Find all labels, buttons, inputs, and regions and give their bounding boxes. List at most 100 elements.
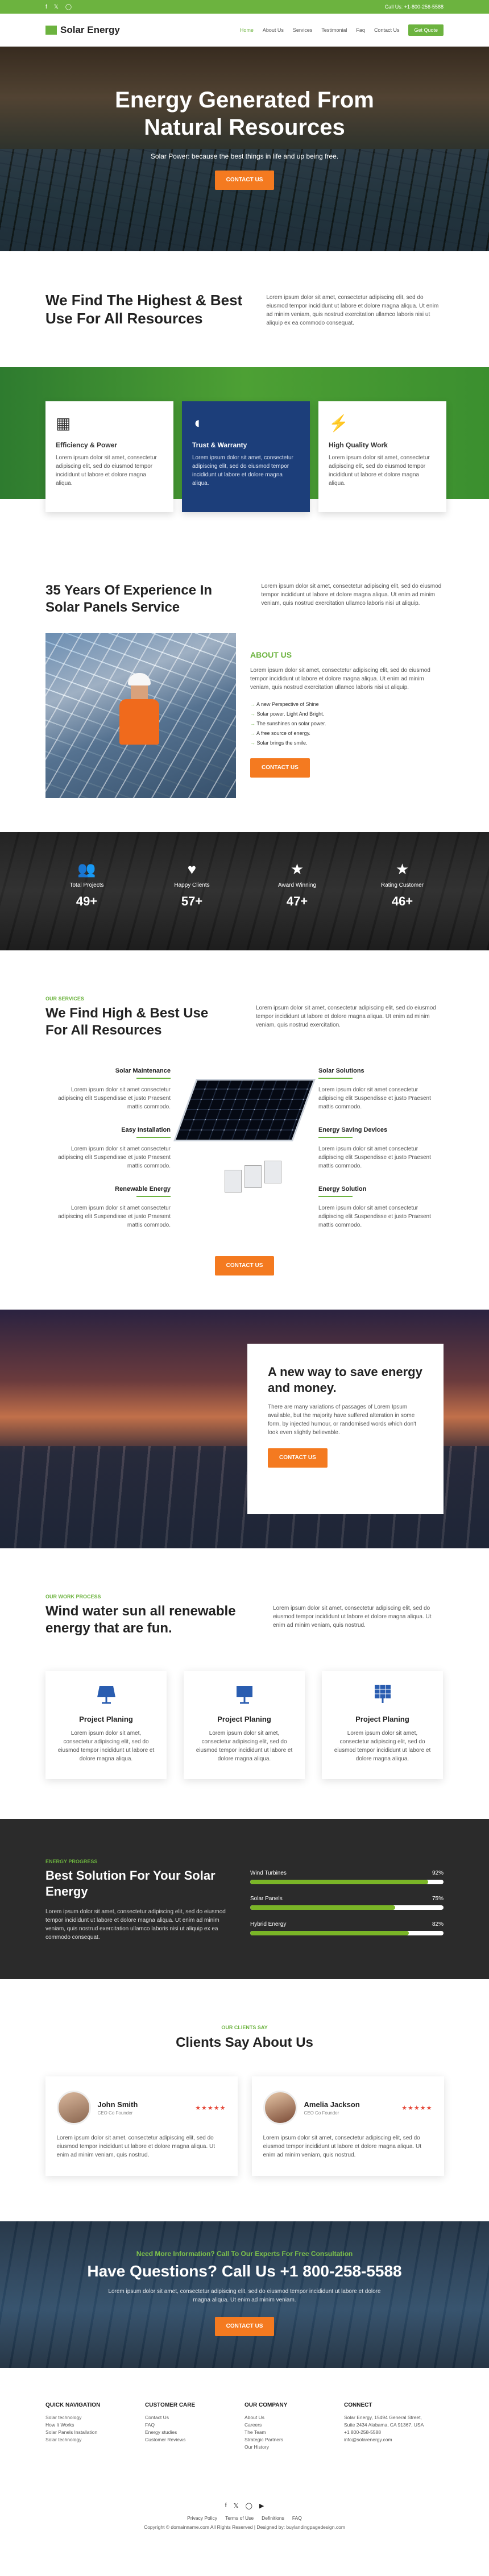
facebook-icon[interactable]: f	[45, 4, 47, 10]
cta-text: Lorem ipsum dolor sit amet, consectetur …	[108, 2288, 381, 2303]
footer-column-our-company: OUR COMPANY About Us Careers The Team St…	[244, 2402, 344, 2451]
list-item: Solar power. Light And Bright.	[250, 709, 444, 719]
nav-item-testimonial[interactable]: Testimonial	[321, 27, 347, 33]
bar-fill	[250, 1931, 409, 1935]
footer-link[interactable]: Solar Panels Installation	[45, 2429, 145, 2436]
stat-value: 49+	[76, 894, 98, 908]
privacy-policy-link[interactable]: Privacy Policy	[187, 2515, 217, 2521]
process-card: Project Planing Lorem ipsum dolor sit am…	[322, 1671, 443, 1779]
footer-link[interactable]: Careers	[244, 2421, 344, 2429]
hero-contact-button[interactable]: Contact Us	[214, 171, 275, 190]
list-item: Solar brings the smile.	[250, 738, 444, 748]
footer-phone[interactable]: +1 800-258-5588	[344, 2429, 444, 2436]
footer-link[interactable]: How It Works	[45, 2421, 145, 2429]
feature-text: Lorem ipsum dolor sit amet, consectetur …	[56, 455, 157, 487]
about-list: A new Perspective of Shine Solar power. …	[250, 700, 444, 748]
instagram-icon[interactable]: ◯	[65, 4, 72, 10]
service-item: Energy Saving Devices Lorem ipsum dolor …	[318, 1127, 444, 1169]
intro-text: Lorem ipsum dolor sit amet, consectetur …	[266, 294, 439, 326]
footer-link[interactable]: Our History	[244, 2444, 344, 2451]
bar-label: Wind Turbines	[250, 1870, 287, 1876]
get-quote-button[interactable]: Get Quote	[408, 24, 444, 36]
youtube-icon[interactable]: ▶	[259, 2502, 264, 2509]
footer-link[interactable]: Solar technology	[45, 2436, 145, 2444]
testimonials-kicker: OUR CLIENTS SAY	[221, 2025, 268, 2030]
top-phone[interactable]: Call Us: +1-800-256-5588	[385, 4, 444, 10]
progress-text: Lorem ipsum dolor sit amet, consectetur …	[45, 1909, 226, 1941]
footer-link[interactable]: Customer Reviews	[145, 2436, 244, 2444]
process-card-text: Lorem ipsum dolor sit amet, consectetur …	[196, 1730, 293, 1762]
stat-item: ★ Rating Customer 46+	[360, 861, 445, 909]
features-band: ▦ Efficiency & Power Lorem ipsum dolor s…	[0, 367, 489, 512]
footer-link[interactable]: About Us	[244, 2414, 344, 2421]
solar-panel-icon	[236, 1686, 252, 1704]
footer-link[interactable]: Solar technology	[45, 2414, 145, 2421]
top-social-links: f 𝕏 ◯	[45, 4, 72, 10]
definitions-link[interactable]: Definitions	[262, 2515, 284, 2521]
service-text: Lorem ipsum dolor sit amet consectetur a…	[58, 1146, 171, 1169]
terms-link[interactable]: Terms of Use	[225, 2515, 254, 2521]
process-card-text: Lorem ipsum dolor sit amet, consectetur …	[334, 1730, 431, 1762]
cta-kicker: Need More Information? Call To Our Exper…	[136, 2250, 353, 2258]
footer-link[interactable]: Strategic Partners	[244, 2436, 344, 2444]
footer-link[interactable]: Energy studies	[145, 2429, 244, 2436]
services-title: We Find High & Best Use For All Resource…	[45, 1006, 209, 1038]
footer-email[interactable]: info@solarenergy.com	[344, 2436, 444, 2444]
stat-label: Happy Clients	[174, 882, 210, 888]
service-title: Energy Saving Devices	[318, 1127, 388, 1133]
bar-value: 75%	[432, 1896, 444, 1902]
footer-heading: CUSTOMER CARE	[145, 2402, 196, 2408]
hero-subtitle: Solar Power: because the best things in …	[150, 152, 339, 160]
service-item: Solar Maintenance Lorem ipsum dolor sit …	[45, 1067, 171, 1110]
progress-bar: Hybrid Energy 82%	[250, 1921, 444, 1935]
facebook-icon[interactable]: f	[225, 2502, 227, 2509]
about-contact-button[interactable]: Contact Us	[250, 758, 310, 778]
twitter-icon[interactable]: 𝕏	[54, 4, 59, 10]
services-text: Lorem ipsum dolor sit amet, consectetur …	[256, 1005, 436, 1028]
services-section: OUR SERVICES We Find High & Best Use For…	[0, 950, 489, 1310]
promo-section: A new way to save energy and money. Ther…	[0, 1310, 489, 1548]
stat-label: Total Projects	[69, 882, 104, 888]
instagram-icon[interactable]: ◯	[246, 2502, 252, 2509]
nav-item-services[interactable]: Services	[293, 27, 313, 33]
brand-logo[interactable]: Solar Energy	[45, 24, 120, 36]
service-text: Lorem ipsum dolor sit amet consectetur a…	[58, 1205, 171, 1228]
nav-item-about[interactable]: About Us	[263, 27, 284, 33]
energy-progress-section: ENERGY PROGRESS Best Solution For Your S…	[0, 1819, 489, 1979]
progress-kicker: ENERGY PROGRESS	[45, 1859, 98, 1864]
list-item: A new Perspective of Shine	[250, 700, 444, 709]
services-contact-button[interactable]: Contact Us	[214, 1256, 275, 1275]
footer-column-quick-navigation: QUICK NAVIGATION Solar technology How It…	[45, 2402, 145, 2451]
bar-value: 82%	[432, 1921, 444, 1927]
stat-label: Rating Customer	[380, 882, 424, 888]
twitter-icon[interactable]: 𝕏	[234, 2502, 239, 2509]
feature-card: ◖ Trust & Warranty Lorem ipsum dolor sit…	[182, 401, 310, 512]
service-text: Lorem ipsum dolor sit amet consectetur a…	[318, 1205, 431, 1228]
progress-bar: Solar Panels 75%	[250, 1896, 444, 1910]
footer-link[interactable]: FAQ	[145, 2421, 244, 2429]
faq-link[interactable]: FAQ	[292, 2515, 302, 2521]
about-heading: ABOUT US	[250, 650, 292, 659]
footer-link[interactable]: Contact Us	[145, 2414, 244, 2421]
solar-panel-image	[171, 1067, 318, 1221]
service-title: Renewable Energy	[115, 1186, 171, 1193]
process-kicker: OUR WORK PROCESS	[45, 1594, 101, 1599]
footer-social-links: f 𝕏 ◯ ▶	[45, 2502, 444, 2509]
promo-contact-button[interactable]: Contact Us	[268, 1448, 328, 1468]
cta-contact-button[interactable]: Contact Us	[214, 2317, 275, 2336]
promo-text: There are many variations of passages of…	[268, 1404, 416, 1436]
bar-fill	[250, 1880, 428, 1884]
experience-section: 35 Years Of Experience In Solar Panels S…	[0, 499, 489, 832]
service-title: Energy Solution	[318, 1186, 367, 1193]
footer-address: Suite 2434 Alabama, CA 91367, USA	[344, 2422, 424, 2428]
footer-link[interactable]: The Team	[244, 2429, 344, 2436]
process-card-text: Lorem ipsum dolor sit amet, consectetur …	[57, 1730, 155, 1762]
nav-item-faq[interactable]: Faq	[356, 27, 365, 33]
service-text: Lorem ipsum dolor sit amet consectetur a…	[318, 1087, 431, 1110]
nav-item-home[interactable]: Home	[240, 27, 254, 33]
shield-icon: ◖	[192, 414, 202, 431]
copyright: Copyright © domainname.com All Rights Re…	[144, 2524, 345, 2530]
testimonial-text: Lorem ipsum dolor sit amet, consectetur …	[263, 2135, 422, 2158]
client-role: CEO Co Founder	[97, 2110, 133, 2116]
nav-item-contact[interactable]: Contact Us	[374, 27, 400, 33]
